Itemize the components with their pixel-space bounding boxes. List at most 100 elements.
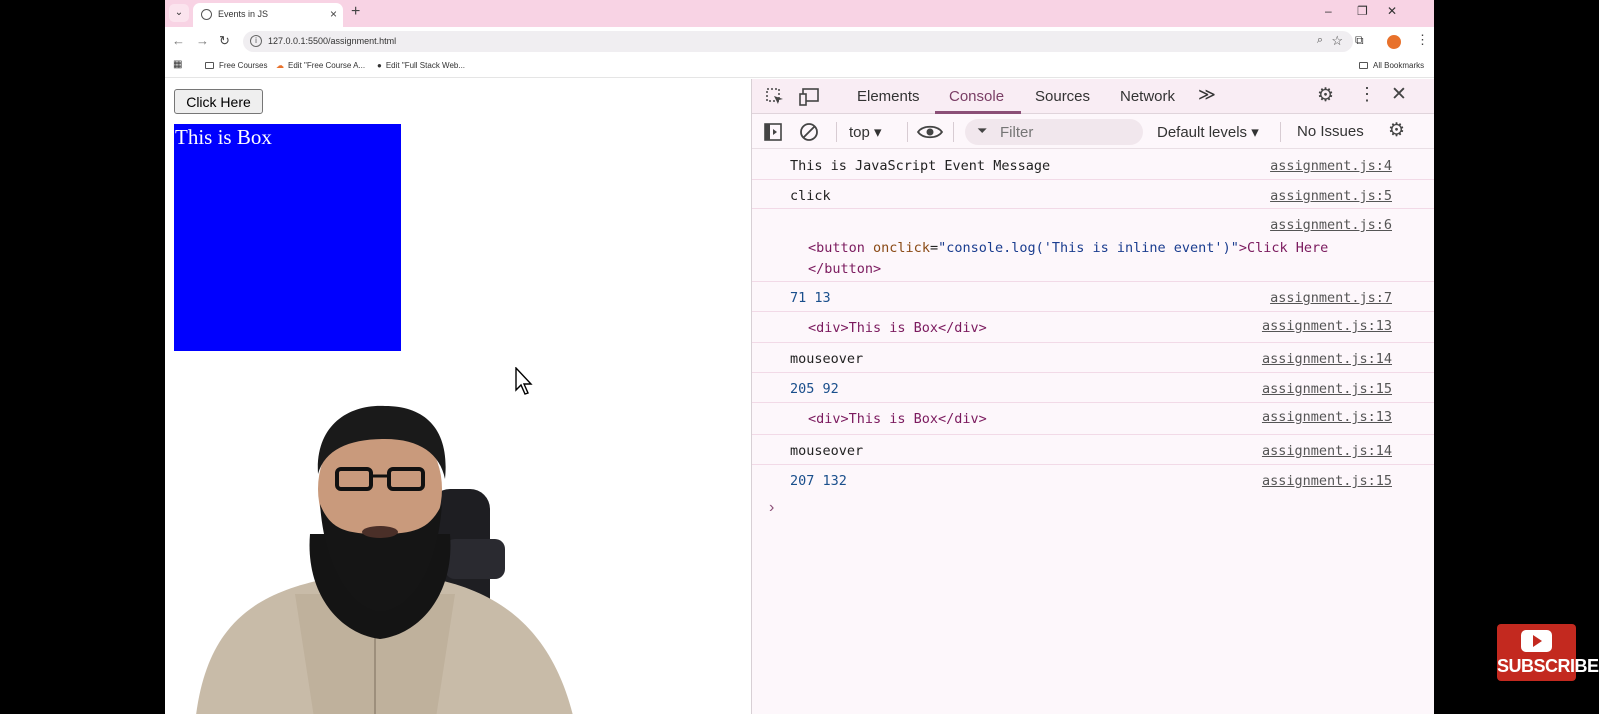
log-source-link[interactable]: assignment.js:15 [1262,473,1392,489]
browser-window: ⌄ Events in JS × + – ❐ ✕ ← → ↻ i 127.0.0… [165,0,1434,714]
tab-console[interactable]: Console [949,88,1004,105]
subscribe-label: SUBSCRIBE [1497,656,1599,676]
log-row: 205 92 assignment.js:15 [752,373,1434,403]
folder-icon [205,62,214,69]
more-options-icon[interactable]: ⋮ [1358,84,1376,105]
divider [836,122,837,142]
log-row: mouseover assignment.js:14 [752,343,1434,373]
log-row: <div>This is Box</div> assignment.js:13 [752,312,1434,343]
log-source-link[interactable]: assignment.js:6 [1270,217,1392,233]
tab-search-icon[interactable]: ⌄ [169,4,189,22]
github-icon: ● [377,61,382,70]
log-message: click [790,188,831,204]
box-text: This is Box [175,125,272,149]
context-select[interactable]: top ▾ [849,123,882,141]
zoom-icon[interactable]: ⌕ [1317,34,1323,47]
log-message: This is JavaScript Event Message [790,158,1051,174]
reload-icon[interactable]: ↻ [219,33,230,49]
site-info-icon[interactable]: i [250,35,262,47]
console-prompt-icon[interactable]: › [769,499,774,517]
filter-box[interactable]: ⏷ [965,119,1143,145]
tab-strip: ⌄ Events in JS × + – ❐ ✕ [165,0,1434,27]
log-element-node[interactable]: <div>This is Box</div> [808,411,987,427]
log-source-link[interactable]: assignment.js:14 [1262,443,1392,459]
log-source-link[interactable]: assignment.js:7 [1270,290,1392,306]
more-tabs-icon[interactable]: ≫ [1198,85,1216,105]
log-message: 71 13 [790,290,831,306]
log-message: mouseover [790,443,864,459]
blue-box[interactable]: This is Box [174,124,401,351]
log-element-node[interactable]: <button onclick="console.log('This is in… [808,238,1328,280]
click-here-button[interactable]: Click Here [174,89,263,114]
log-row: click assignment.js:5 [752,180,1434,209]
tab-sources[interactable]: Sources [1035,88,1090,105]
divider [953,122,954,142]
video-frame: ⌄ Events in JS × + – ❐ ✕ ← → ↻ i 127.0.0… [0,0,1599,714]
log-levels-dropdown[interactable]: Default levels ▾ [1157,123,1259,141]
browser-toolbar: ← → ↻ i 127.0.0.1:5500/assignment.html ⌕… [165,27,1434,56]
profile-avatar[interactable] [1387,35,1401,49]
clear-console-icon[interactable] [799,122,819,142]
issues-counter[interactable]: No Issues [1297,123,1364,140]
close-devtools-icon[interactable]: ✕ [1391,83,1407,106]
log-row: 207 132 assignment.js:15 [752,465,1434,495]
bookmark-edit-free-course[interactable]: ☁ Edit "Free Course A... [276,61,365,70]
log-row: mouseover assignment.js:14 [752,435,1434,465]
log-source-link[interactable]: assignment.js:13 [1262,409,1392,425]
tab-elements[interactable]: Elements [857,88,920,105]
log-source-link[interactable]: assignment.js:4 [1270,158,1392,174]
filter-funnel-icon: ⏷ [977,123,988,138]
console-log-list: This is JavaScript Event Message assignm… [752,150,1434,495]
log-source-link[interactable]: assignment.js:13 [1262,318,1392,334]
browser-menu-icon[interactable]: ⋮ [1416,32,1429,48]
bookmark-free-courses[interactable]: Free Courses [205,61,267,70]
new-tab-icon[interactable]: + [351,3,360,21]
device-toolbar-icon[interactable] [799,87,821,107]
restore-icon[interactable]: ❐ [1357,4,1368,18]
log-source-link[interactable]: assignment.js:5 [1270,188,1392,204]
close-tab-icon[interactable]: × [330,7,337,21]
sidebar-toggle-icon[interactable] [764,123,782,141]
log-source-link[interactable]: assignment.js:14 [1262,351,1392,367]
back-icon[interactable]: ← [172,33,185,48]
cloud-icon: ☁ [276,61,284,70]
tab-title: Events in JS [218,9,269,19]
log-row: assignment.js:6 <button onclick="console… [752,209,1434,282]
bookmark-star-icon[interactable]: ☆ [1331,33,1343,49]
all-bookmarks[interactable]: All Bookmarks [1359,61,1424,70]
filter-input[interactable] [1000,124,1130,141]
address-bar[interactable]: i 127.0.0.1:5500/assignment.html ⌕ ☆ [243,31,1353,52]
url-text[interactable]: 127.0.0.1:5500/assignment.html [268,36,396,46]
folder-icon [1359,62,1368,69]
play-icon [1521,630,1552,652]
bookmarks-bar: ▦ Free Courses ☁ Edit "Free Course A... ●… [165,56,1434,78]
settings-gear-icon[interactable]: ⚙ [1317,84,1334,107]
subscribe-badge[interactable]: SUBSCRIBE [1497,624,1599,681]
extensions-icon[interactable]: ⧉ [1355,33,1364,48]
forward-icon[interactable]: → [196,33,209,48]
log-message: 207 132 [790,473,847,489]
devtools-panel: Elements Console Sources Network ≫ ⚙ ⋮ ✕ [751,79,1434,714]
log-message: 205 92 [790,381,839,397]
bookmark-edit-full-stack[interactable]: ● Edit "Full Stack Web... [377,61,465,70]
mouse-cursor-icon [515,367,533,395]
log-message: mouseover [790,351,864,367]
close-window-icon[interactable]: ✕ [1387,4,1397,18]
tab-network[interactable]: Network [1120,88,1175,105]
console-toolbar: top ▾ ⏷ Default levels ▾ No Issues ⚙ [752,115,1434,149]
active-tab-underline [935,111,1021,114]
globe-icon [201,9,212,20]
browser-tab[interactable]: Events in JS × [193,3,343,27]
live-expression-eye-icon[interactable] [917,124,943,140]
log-row: This is JavaScript Event Message assignm… [752,150,1434,180]
devtools-tab-bar: Elements Console Sources Network ≫ ⚙ ⋮ ✕ [752,79,1434,114]
divider [1280,122,1281,142]
log-row: <div>This is Box</div> assignment.js:13 [752,403,1434,435]
apps-grid-icon[interactable]: ▦ [173,59,182,70]
inspect-element-icon[interactable] [765,87,785,107]
presenter-webcam [196,405,573,714]
minimize-icon[interactable]: – [1325,4,1332,18]
log-source-link[interactable]: assignment.js:15 [1262,381,1392,397]
log-element-node[interactable]: <div>This is Box</div> [808,320,987,336]
console-settings-gear-icon[interactable]: ⚙ [1388,119,1405,142]
